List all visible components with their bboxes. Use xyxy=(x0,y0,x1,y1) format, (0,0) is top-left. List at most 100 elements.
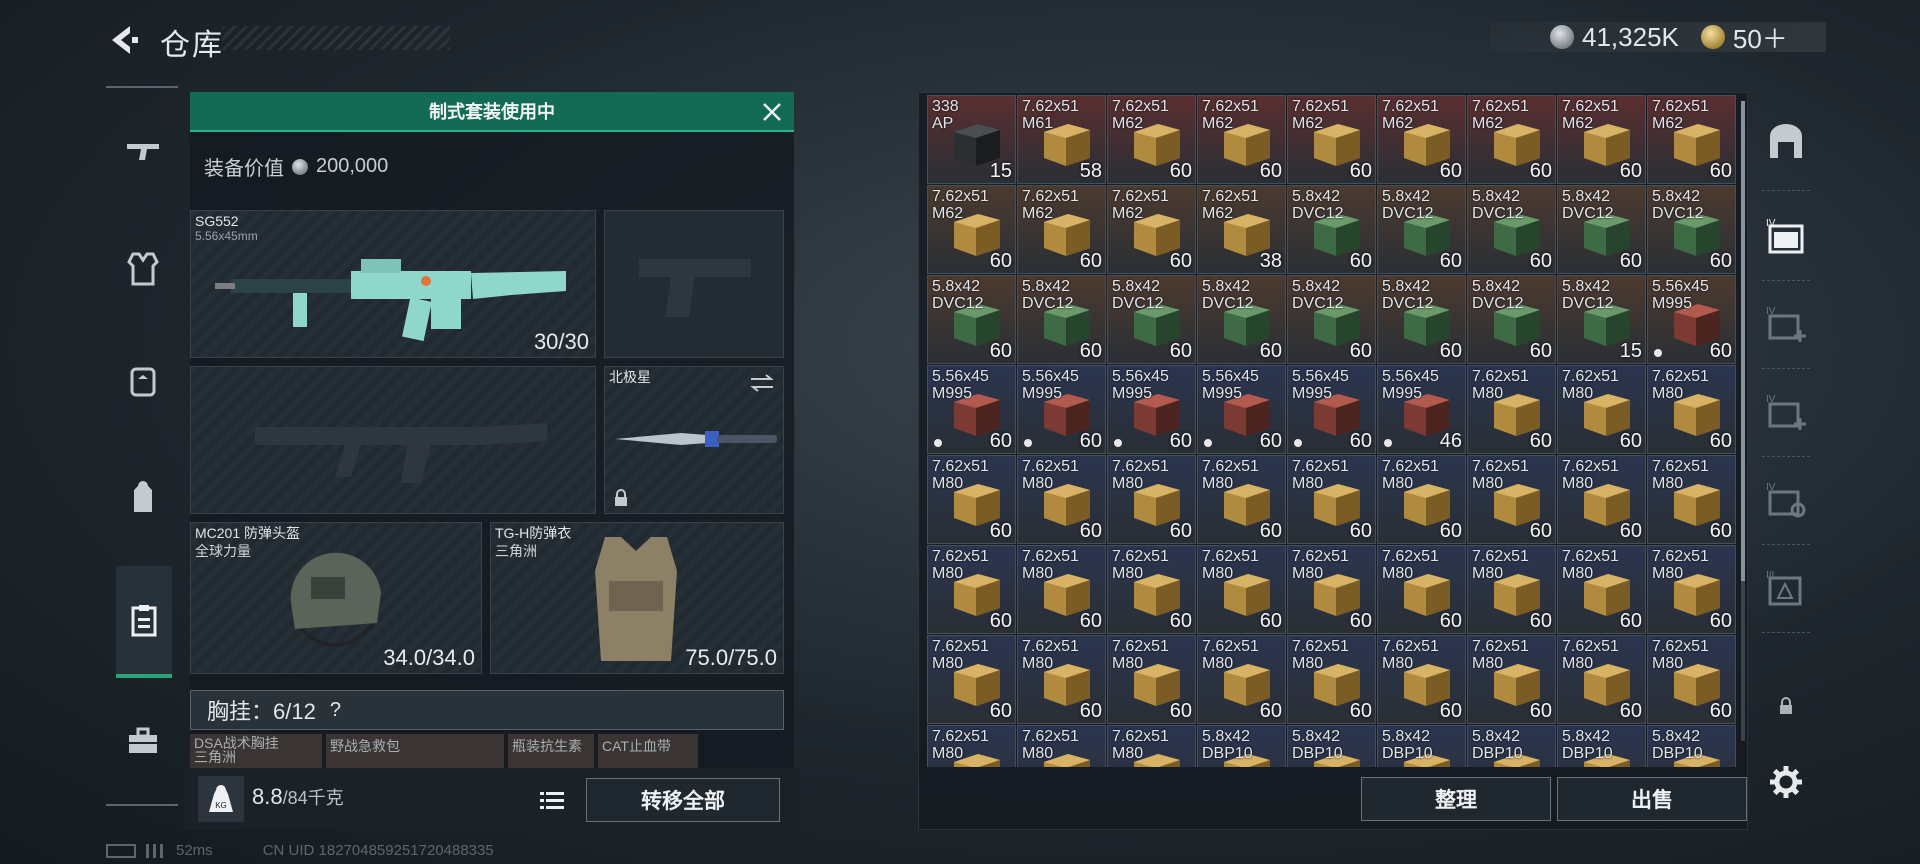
melee-slot[interactable]: 北极星 xyxy=(604,366,784,514)
storage-item-cell[interactable]: 5.8x42 DVC12 60 xyxy=(1287,275,1376,364)
body-armor-slot[interactable]: TG-H防弹衣 三角洲 75.0/75.0 xyxy=(490,522,784,674)
storage-item-cell[interactable]: 5.8x42 DBP10 xyxy=(1287,725,1376,767)
storage-item-cell[interactable]: 7.62x51 M80 60 xyxy=(1107,635,1196,724)
storage-item-cell[interactable]: 5.8x42 DBP10 xyxy=(1197,725,1286,767)
back-button[interactable] xyxy=(104,22,140,58)
nav-toolkit-button[interactable] xyxy=(118,716,168,766)
storage-iv-tab-4[interactable]: IV xyxy=(1760,474,1812,526)
storage-item-cell[interactable]: 5.8x42 DVC12 60 xyxy=(1197,275,1286,364)
storage-item-cell[interactable]: 7.62x51 M80 xyxy=(1017,725,1106,767)
storage-item-cell[interactable]: 7.62x51 M80 60 xyxy=(1467,365,1556,454)
rig-item[interactable]: DSA战术胸挂 三角洲 xyxy=(190,734,322,768)
storage-iv-tab-1[interactable]: IV xyxy=(1760,210,1812,262)
storage-item-cell[interactable]: 7.62x51 M62 60 xyxy=(927,185,1016,274)
storage-item-cell[interactable]: 5.8x42 DVC12 60 xyxy=(1467,275,1556,364)
storage-item-cell[interactable]: 5.8x42 DBP10 xyxy=(1557,725,1646,767)
storage-item-cell[interactable]: 7.62x51 M62 38 xyxy=(1197,185,1286,274)
primary-weapon-slot[interactable]: SG552 5.56x45mm 30/30 xyxy=(190,210,596,358)
storage-item-cell[interactable]: 7.62x51 M80 60 xyxy=(1017,545,1106,634)
storage-item-cell[interactable]: 7.62x51 M80 60 xyxy=(1377,635,1466,724)
swap-icon[interactable] xyxy=(749,373,775,393)
storage-item-cell[interactable]: 5.8x42 DVC12 60 xyxy=(1647,185,1736,274)
storage-item-cell[interactable]: 7.62x51 M80 60 xyxy=(1557,365,1646,454)
close-kit-button[interactable] xyxy=(758,98,786,126)
storage-item-cell[interactable]: 5.56x45 M995 60 xyxy=(1197,365,1286,454)
storage-item-cell[interactable]: 7.62x51 M80 60 xyxy=(1287,635,1376,724)
storage-item-cell[interactable]: 5.56x45 M995 60 xyxy=(1287,365,1376,454)
storage-item-cell[interactable]: 5.8x42 DBP10 xyxy=(1377,725,1466,767)
help-icon[interactable]: ? xyxy=(330,699,341,722)
storage-item-cell[interactable]: 5.8x42 DVC12 60 xyxy=(1377,275,1466,364)
sell-button[interactable]: 出售 xyxy=(1557,777,1747,821)
rig-item[interactable]: 瓶装抗生素 xyxy=(508,734,594,768)
storage-item-cell[interactable]: 5.56x45 M995 60 xyxy=(927,365,1016,454)
storage-item-cell[interactable]: 5.56x45 M995 46 xyxy=(1377,365,1466,454)
storage-item-cell[interactable]: 7.62x51 M62 60 xyxy=(1647,95,1736,184)
transfer-all-button[interactable]: 转移全部 xyxy=(586,778,780,822)
storage-item-cell[interactable]: 7.62x51 M80 60 xyxy=(1557,545,1646,634)
chest-rig-row[interactable]: 胸挂：6/12 ? xyxy=(190,690,784,730)
storage-item-cell[interactable]: 7.62x51 M62 60 xyxy=(1287,95,1376,184)
storage-item-cell[interactable]: 7.62x51 M80 60 xyxy=(1107,455,1196,544)
storage-item-cell[interactable]: 7.62x51 M62 60 xyxy=(1017,185,1106,274)
storage-iv-tab-3[interactable]: IV xyxy=(1760,386,1812,438)
storage-item-cell[interactable]: 7.62x51 M80 60 xyxy=(1467,455,1556,544)
storage-item-cell[interactable]: 7.62x51 M62 60 xyxy=(1197,95,1286,184)
storage-item-cell[interactable]: 5.8x42 DBP10 xyxy=(1647,725,1736,767)
scroll-thumb[interactable] xyxy=(1741,101,1745,581)
settings-button[interactable] xyxy=(1760,756,1812,808)
storage-item-cell[interactable]: 7.62x51 M80 60 xyxy=(1287,455,1376,544)
storage-item-cell[interactable]: 7.62x51 M80 60 xyxy=(1467,545,1556,634)
storage-item-cell[interactable]: 7.62x51 M80 60 xyxy=(1647,365,1736,454)
storage-item-cell[interactable]: 7.62x51 M80 60 xyxy=(1647,455,1736,544)
storage-item-cell[interactable]: 5.8x42 DVC12 60 xyxy=(1017,275,1106,364)
nav-weapons-button[interactable] xyxy=(118,126,168,176)
storage-item-cell[interactable]: 7.62x51 M62 60 xyxy=(1557,95,1646,184)
rig-item[interactable]: CAT止血带 xyxy=(598,734,698,768)
storage-item-cell[interactable]: 5.8x42 DVC12 60 xyxy=(1557,185,1646,274)
storage-iv-tab-2[interactable]: IV xyxy=(1760,298,1812,350)
storage-iii-tab[interactable]: III xyxy=(1760,562,1812,614)
nav-loadout-button[interactable] xyxy=(116,566,172,678)
secondary-rifle-slot[interactable] xyxy=(190,366,596,514)
storage-item-cell[interactable]: 5.8x42 DVC12 60 xyxy=(1107,275,1196,364)
storage-item-cell[interactable]: 338 AP 15 xyxy=(927,95,1016,184)
storage-item-cell[interactable]: 7.62x51 M80 60 xyxy=(1017,455,1106,544)
storage-item-cell[interactable]: 5.8x42 DVC12 60 xyxy=(1287,185,1376,274)
storage-item-cell[interactable]: 7.62x51 M62 60 xyxy=(1377,95,1466,184)
storage-item-cell[interactable]: 7.62x51 M80 60 xyxy=(1017,635,1106,724)
sort-button[interactable]: 整理 xyxy=(1361,777,1551,821)
storage-item-cell[interactable]: 7.62x51 M80 60 xyxy=(927,455,1016,544)
storage-item-cell[interactable]: 7.62x51 M80 60 xyxy=(1197,545,1286,634)
secondary-weapon-slot[interactable] xyxy=(604,210,784,358)
storage-item-cell[interactable]: 5.8x42 DVC12 60 xyxy=(1377,185,1466,274)
storage-item-cell[interactable]: 7.62x51 M62 60 xyxy=(1107,95,1196,184)
list-view-button[interactable] xyxy=(534,782,570,818)
safe-tab[interactable] xyxy=(1760,116,1812,168)
storage-item-cell[interactable]: 7.62x51 M80 60 xyxy=(1467,635,1556,724)
storage-item-cell[interactable]: 7.62x51 M62 60 xyxy=(1107,185,1196,274)
gold-balance[interactable]: 50＋ xyxy=(1733,19,1788,56)
locked-tab[interactable] xyxy=(1760,680,1812,732)
storage-item-cell[interactable]: 7.62x51 M80 60 xyxy=(1557,635,1646,724)
storage-item-cell[interactable]: 7.62x51 M80 xyxy=(1107,725,1196,767)
storage-item-cell[interactable]: 5.56x45 M995 60 xyxy=(1107,365,1196,454)
storage-item-cell[interactable]: 7.62x51 M62 60 xyxy=(1467,95,1556,184)
storage-item-cell[interactable]: 7.62x51 M61 58 xyxy=(1017,95,1106,184)
storage-item-cell[interactable]: 7.62x51 M80 60 xyxy=(1647,545,1736,634)
storage-item-cell[interactable]: 7.62x51 M80 60 xyxy=(1287,545,1376,634)
storage-item-cell[interactable]: 7.62x51 M80 60 xyxy=(1197,635,1286,724)
storage-item-cell[interactable]: 5.8x42 DVC12 15 xyxy=(1557,275,1646,364)
nav-armor-button[interactable] xyxy=(118,244,168,294)
storage-item-cell[interactable]: 7.62x51 M80 60 xyxy=(927,545,1016,634)
storage-item-cell[interactable]: 7.62x51 M80 60 xyxy=(1377,455,1466,544)
storage-scrollbar[interactable] xyxy=(1741,101,1745,741)
storage-item-cell[interactable]: 7.62x51 M80 60 xyxy=(927,635,1016,724)
storage-item-cell[interactable]: 7.62x51 M80 60 xyxy=(1377,545,1466,634)
storage-item-cell[interactable]: 5.8x42 DVC12 60 xyxy=(927,275,1016,364)
storage-item-cell[interactable]: 7.62x51 M80 60 xyxy=(1107,545,1196,634)
rig-item[interactable]: 野战急救包 xyxy=(326,734,504,768)
helmet-slot[interactable]: MC201 防弹头盔 全球力量 34.0/34.0 xyxy=(190,522,482,674)
storage-item-cell[interactable]: 7.62x51 M80 60 xyxy=(1647,635,1736,724)
nav-chest-rig-button[interactable] xyxy=(118,356,168,406)
